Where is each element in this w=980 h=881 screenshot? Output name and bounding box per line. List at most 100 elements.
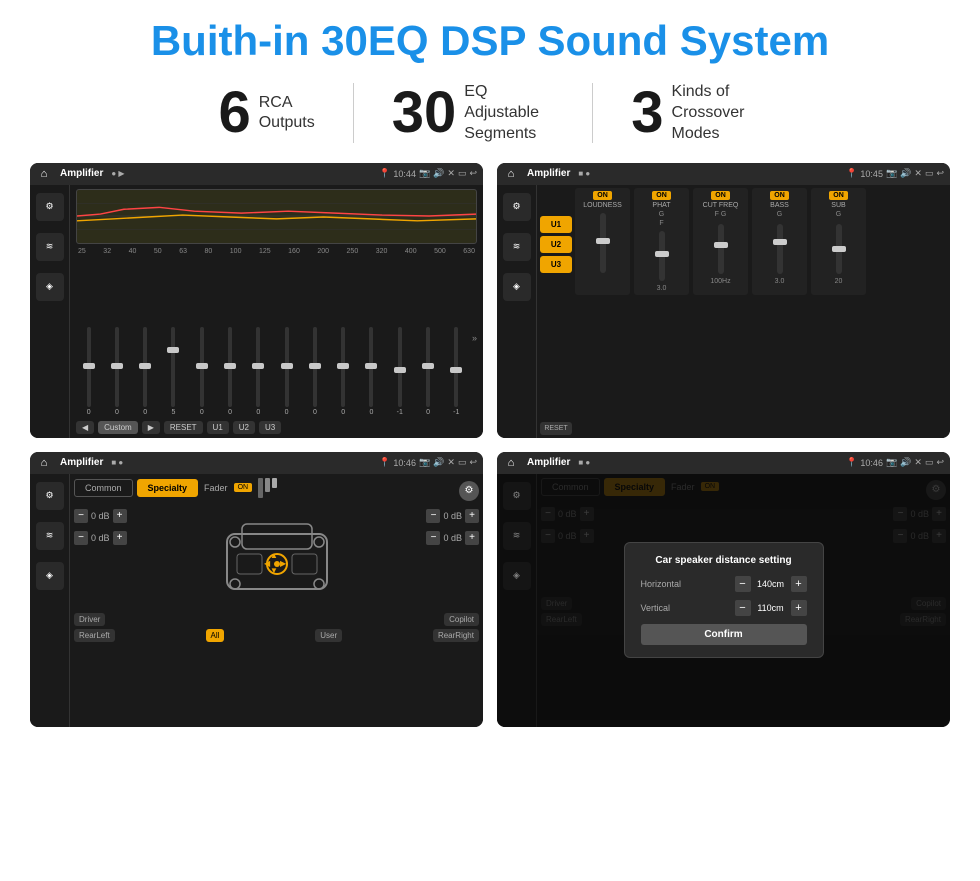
cutfreq-on[interactable]: ON xyxy=(711,191,730,200)
sub-on[interactable]: ON xyxy=(829,191,848,200)
crossover-top: ON LOUDNESS ON PHAT G F 3.0 xyxy=(575,188,947,295)
sidebar-btn-mx1[interactable]: ⚙ xyxy=(36,482,64,510)
ctrl-cutfreq: ON CUT FREQ F G 100Hz xyxy=(693,188,748,295)
sidebar-btn-mx3[interactable]: ◈ xyxy=(36,562,64,590)
mixer-screen-card: ⌂ Amplifier ■ ● 📍 10:46 📷 🔊 ✕ ▭ ↩ ⚙ ≋ ◈ xyxy=(30,452,483,727)
dialog-vertical-row: Vertical − 110cm + xyxy=(641,600,807,616)
loudness-label: LOUDNESS xyxy=(583,202,622,209)
eq-reset-btn[interactable]: RESET xyxy=(164,421,203,434)
sidebar-btn-cx3[interactable]: ◈ xyxy=(503,273,531,301)
sidebar-btn-cx1[interactable]: ⚙ xyxy=(503,193,531,221)
loudness-slider[interactable] xyxy=(600,213,606,273)
slider-col-11: -1 xyxy=(387,327,412,416)
channel-u3[interactable]: U3 xyxy=(540,256,572,273)
db-plus-fr[interactable]: + xyxy=(465,509,479,523)
stat-number-30: 30 xyxy=(392,84,457,142)
slider-col-5: 0 xyxy=(217,327,242,416)
vertical-plus[interactable]: + xyxy=(791,600,807,616)
db-val-rr: 0 dB xyxy=(443,533,462,543)
eq-screen-content: ⚙ ≋ ◈ 25 xyxy=(30,185,483,438)
sidebar-btn-eq2[interactable]: ≋ xyxy=(36,233,64,261)
dialog-box: Car speaker distance setting Horizontal … xyxy=(624,542,824,658)
db-val-rl: 0 dB xyxy=(91,533,110,543)
mixer-left-sidebar: ⚙ ≋ ◈ xyxy=(30,474,70,727)
eq-custom-btn[interactable]: Custom xyxy=(98,421,138,434)
app-name-3: Amplifier xyxy=(60,457,103,468)
btn-driver[interactable]: Driver xyxy=(74,613,105,626)
horizontal-plus[interactable]: + xyxy=(791,576,807,592)
btn-rearright[interactable]: RearRight xyxy=(433,629,479,642)
db-minus-fl[interactable]: − xyxy=(74,509,88,523)
bass-slider[interactable] xyxy=(777,224,783,274)
slider-col-4: 0 xyxy=(189,327,214,416)
phat-slider[interactable] xyxy=(659,231,665,281)
crossover-screen-card: ⌂ Amplifier ■ ● 📍 10:45 📷 🔊 ✕ ▭ ↩ ⚙ ≋ ◈ xyxy=(497,163,950,438)
eq-sliders: 0 0 0 5 xyxy=(76,258,477,418)
mixer-dots: ■ ● xyxy=(111,458,123,467)
channel-u2[interactable]: U2 xyxy=(540,236,572,253)
fader-on[interactable]: ON xyxy=(234,483,253,492)
cutfreq-slider[interactable] xyxy=(718,224,724,274)
stat-eq: 30 EQ Adjustable Segments xyxy=(354,82,593,144)
home-icon-2[interactable]: ⌂ xyxy=(503,166,519,182)
db-val-fl: 0 dB xyxy=(91,511,110,521)
home-icon-4[interactable]: ⌂ xyxy=(503,455,519,471)
crossover-dots: ■ ● xyxy=(578,169,590,178)
db-minus-fr[interactable]: − xyxy=(426,509,440,523)
confirm-button[interactable]: Confirm xyxy=(641,624,807,645)
db-plus-rl[interactable]: + xyxy=(113,531,127,545)
stat-crossover: 3 Kinds of Crossover Modes xyxy=(593,82,799,144)
slider-col-0: 0 xyxy=(76,327,101,416)
status-bar-2: ⌂ Amplifier ■ ● 📍 10:45 📷 🔊 ✕ ▭ ↩ xyxy=(497,163,950,185)
db-plus-fl[interactable]: + xyxy=(113,509,127,523)
eq-prev-btn[interactable]: ◀ xyxy=(76,421,94,434)
sidebar-btn-cx2[interactable]: ≋ xyxy=(503,233,531,261)
app-name-1: Amplifier xyxy=(60,168,103,179)
db-minus-rl[interactable]: − xyxy=(74,531,88,545)
db-plus-rr[interactable]: + xyxy=(465,531,479,545)
btn-copilot[interactable]: Copilot xyxy=(444,613,479,626)
eq-next-btn[interactable]: ▶ xyxy=(142,421,160,434)
btn-rearleft[interactable]: RearLeft xyxy=(74,629,115,642)
bass-on[interactable]: ON xyxy=(770,191,789,200)
channel-u1[interactable]: U1 xyxy=(540,216,572,233)
horizontal-value: 140cm xyxy=(755,579,787,589)
home-icon-1[interactable]: ⌂ xyxy=(36,166,52,182)
tab-specialty[interactable]: Specialty xyxy=(137,479,199,497)
stat-rca: 6 RCA Outputs xyxy=(180,84,352,142)
db-minus-rr[interactable]: − xyxy=(426,531,440,545)
home-icon-3[interactable]: ⌂ xyxy=(36,455,52,471)
ctrl-bass: ON BASS G 3.0 xyxy=(752,188,807,295)
vertical-minus[interactable]: − xyxy=(735,600,751,616)
slider-col-12: 0 xyxy=(415,327,440,416)
settings-icon[interactable]: ⚙ xyxy=(459,481,479,501)
btn-all[interactable]: All xyxy=(206,629,225,642)
fader-row: Fader ON xyxy=(204,478,277,498)
eq-screen-card: ⌂ Amplifier ● ▶ 📍 10:44 📷 🔊 ✕ ▭ ↩ ⚙ ≋ ◈ xyxy=(30,163,483,438)
horizontal-minus[interactable]: − xyxy=(735,576,751,592)
eq-more-arrow[interactable]: » xyxy=(472,333,477,343)
status-icons-4: 📍 10:46 📷 🔊 ✕ ▭ ↩ xyxy=(846,457,944,468)
sidebar-btn-mx2[interactable]: ≋ xyxy=(36,522,64,550)
car-svg: ▲ ▼ ◀ ▶ xyxy=(217,509,337,609)
sidebar-btn-eq1[interactable]: ⚙ xyxy=(36,193,64,221)
phat-on[interactable]: ON xyxy=(652,191,671,200)
crossover-main: U1 U2 U3 RESET ON LOUDNESS xyxy=(537,185,950,438)
eq-u2-btn[interactable]: U2 xyxy=(233,421,255,434)
loudness-on[interactable]: ON xyxy=(593,191,612,200)
eq-u3-btn[interactable]: U3 xyxy=(259,421,281,434)
fader-sliders xyxy=(258,478,277,498)
btn-user[interactable]: User xyxy=(315,629,342,642)
sub-slider[interactable] xyxy=(836,224,842,274)
dialog-horizontal-row: Horizontal − 140cm + xyxy=(641,576,807,592)
crossover-reset-btn[interactable]: RESET xyxy=(540,422,572,435)
eq-labels: 25 32 40 50 63 80 100 125 160 200 250 32… xyxy=(76,248,477,255)
tab-common[interactable]: Common xyxy=(74,479,133,497)
slider-col-7: 0 xyxy=(274,327,299,416)
sidebar-btn-eq3[interactable]: ◈ xyxy=(36,273,64,301)
stat-desc-crossover: Kinds of Crossover Modes xyxy=(672,82,762,144)
eq-u1-btn[interactable]: U1 xyxy=(207,421,229,434)
status-icons-3: 📍 10:46 📷 🔊 ✕ ▭ ↩ xyxy=(379,457,477,468)
slider-col-8: 0 xyxy=(302,327,327,416)
channel-list: U1 U2 U3 RESET xyxy=(540,188,572,435)
